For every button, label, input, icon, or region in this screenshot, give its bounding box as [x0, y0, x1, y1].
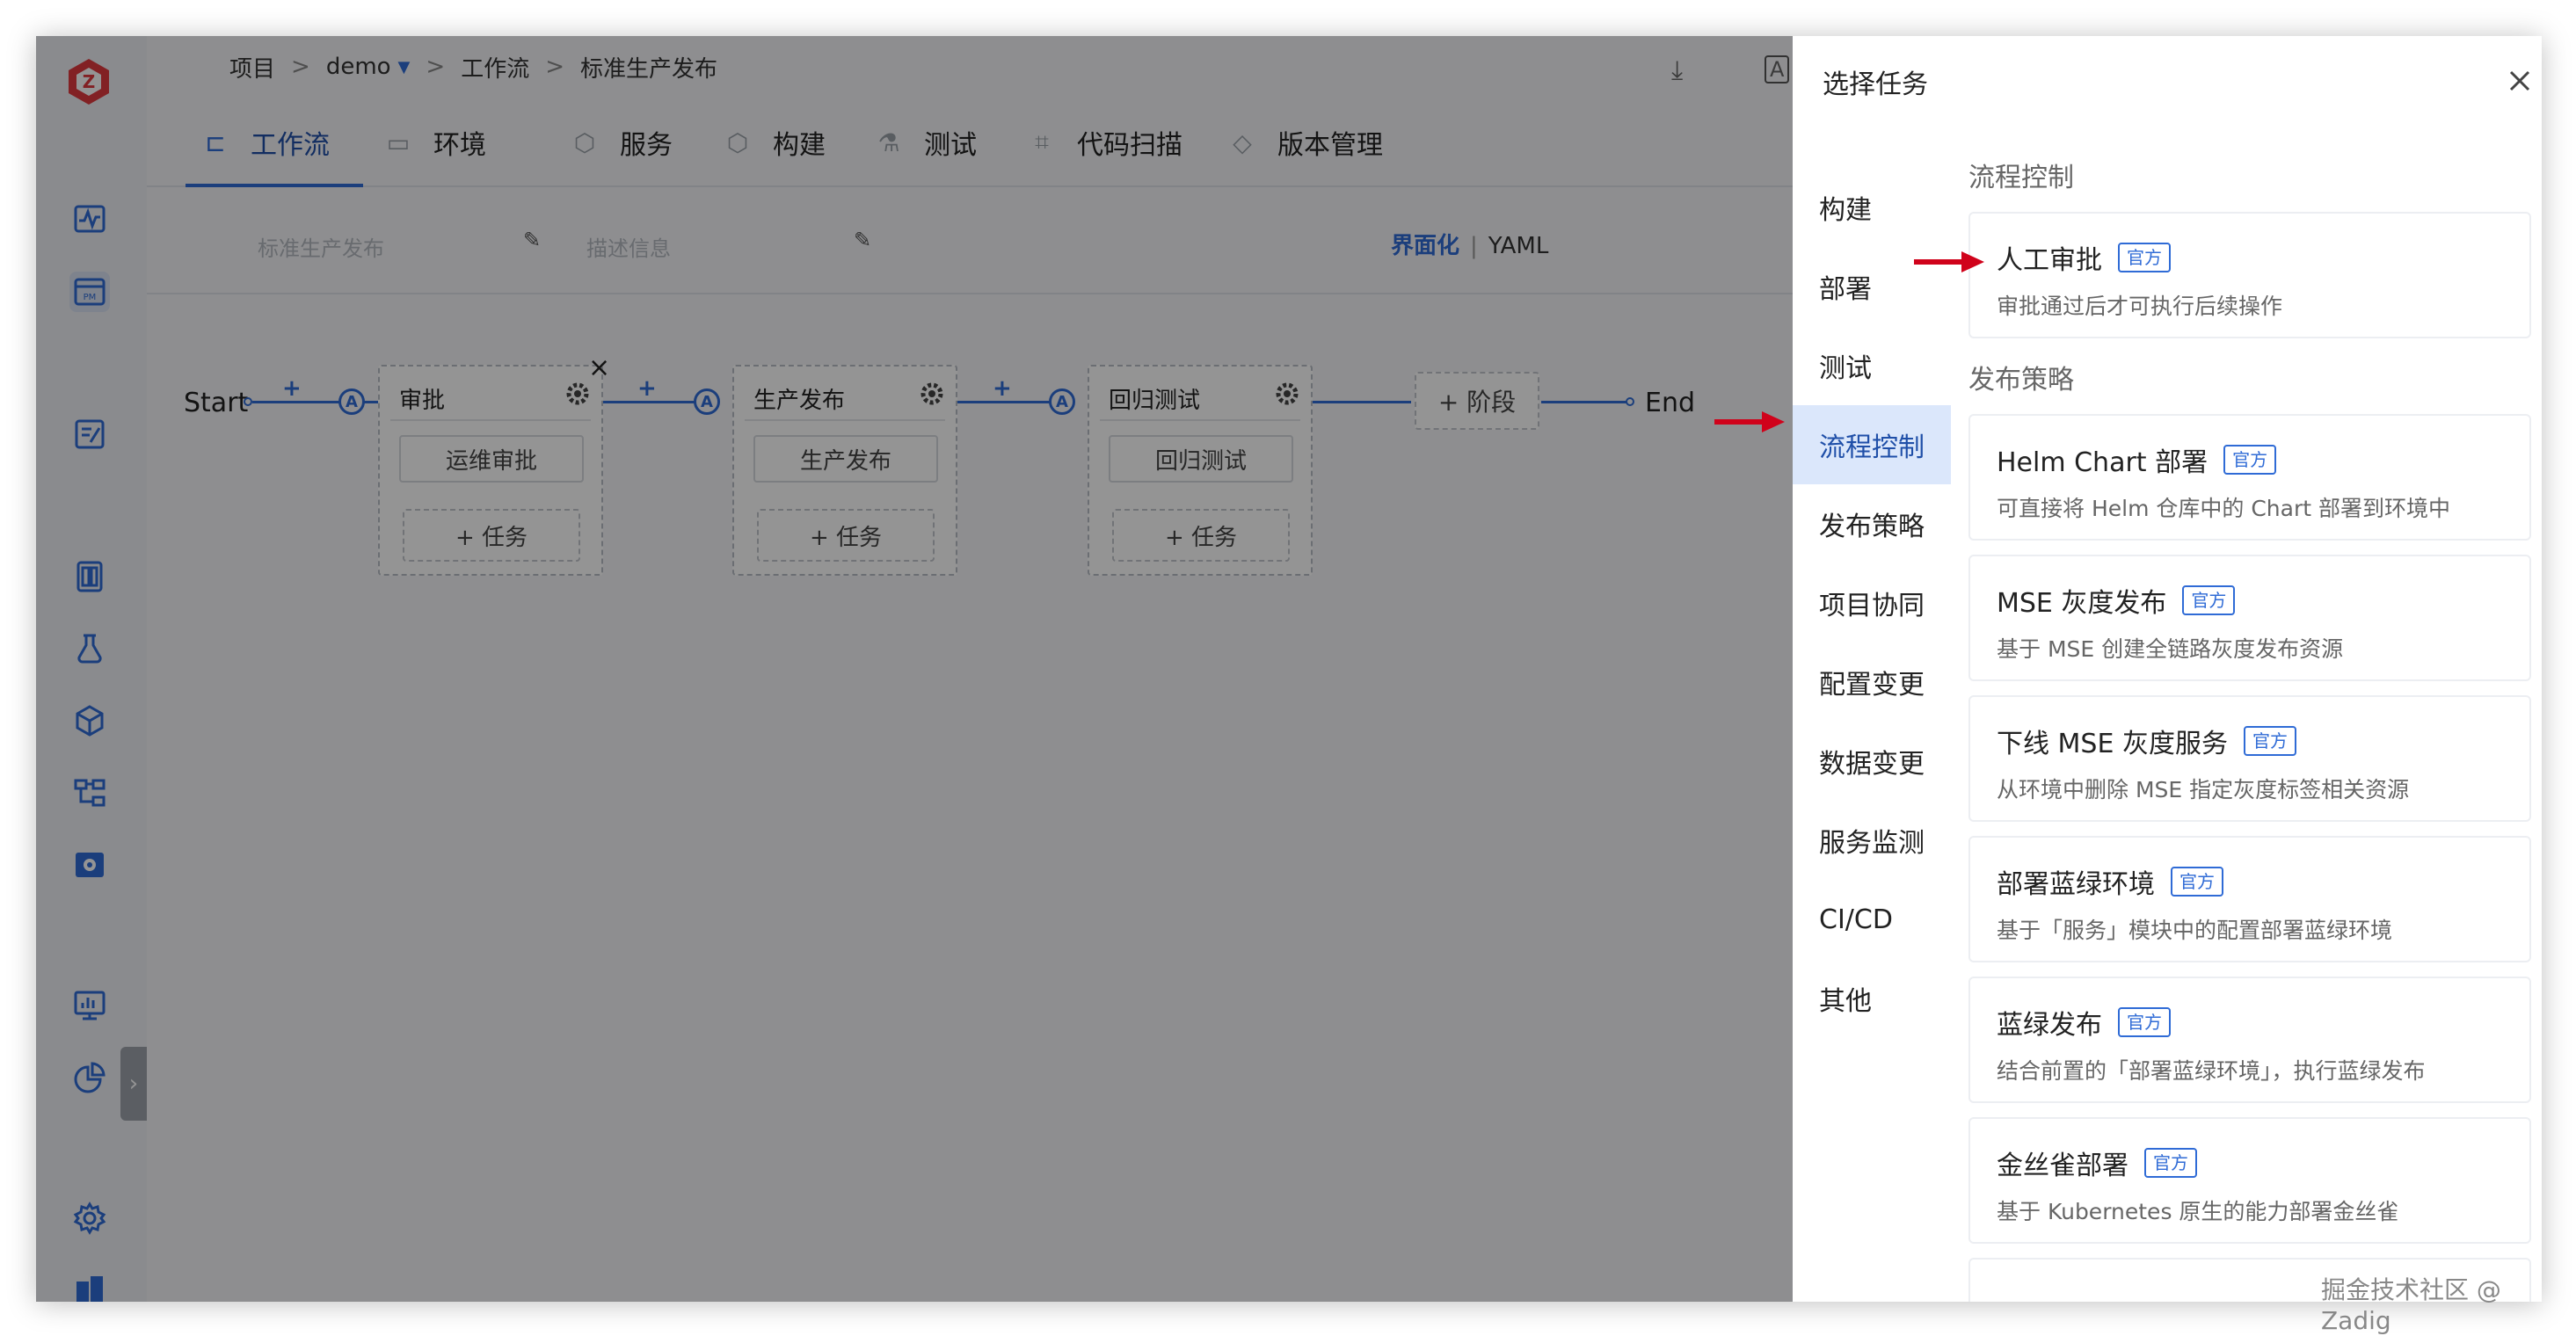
- category-release-strategy[interactable]: 发布策略: [1793, 484, 1951, 563]
- task-description: 结合前置的「部署蓝绿环境」，执行蓝绿发布: [1997, 1058, 2426, 1084]
- watermark: 掘金技术社区 @ Zadig: [2321, 1275, 2501, 1335]
- task-card-mse-gray-release[interactable]: MSE 灰度发布 官方 基于 MSE 创建全链路灰度发布资源: [1968, 555, 2531, 681]
- category-build[interactable]: 构建: [1793, 168, 1951, 247]
- task-description: 审批通过后才可执行后续操作: [1997, 294, 2283, 319]
- task-description: 基于 Kubernetes 原生的能力部署金丝雀: [1997, 1199, 2399, 1224]
- section-title-release-strategy: 发布策略: [1968, 365, 2074, 396]
- category-collaboration[interactable]: 项目协同: [1793, 563, 1951, 643]
- annotation-arrow-icon: [1714, 411, 1785, 432]
- category-test[interactable]: 测试: [1793, 326, 1951, 405]
- task-card-blue-green-release[interactable]: 蓝绿发布 官方 结合前置的「部署蓝绿环境」，执行蓝绿发布: [1968, 977, 2531, 1103]
- task-card-deploy-blue-green-env[interactable]: 部署蓝绿环境 官方 基于「服务」模块中的配置部署蓝绿环境: [1968, 836, 2531, 962]
- official-badge: 官方: [2243, 726, 2296, 756]
- task-card-offline-mse-gray[interactable]: 下线 MSE 灰度服务 官方 从环境中删除 MSE 指定灰度标签相关资源: [1968, 695, 2531, 822]
- official-badge: 官方: [2118, 243, 2171, 272]
- task-card-canary-deploy[interactable]: 金丝雀部署 官方 基于 Kubernetes 原生的能力部署金丝雀: [1968, 1117, 2531, 1244]
- task-card-manual-approval[interactable]: 人工审批 官方 审批通过后才可执行后续操作: [1968, 212, 2531, 338]
- annotation-arrow-icon: [1914, 251, 1984, 272]
- task-description: 可直接将 Helm 仓库中的 Chart 部署到环境中: [1997, 496, 2450, 521]
- task-card-helm-chart-deploy[interactable]: Helm Chart 部署 官方 可直接将 Helm 仓库中的 Chart 部署到…: [1968, 414, 2531, 541]
- category-flow-control[interactable]: 流程控制: [1793, 405, 1951, 484]
- category-config-change[interactable]: 配置变更: [1793, 643, 1951, 722]
- official-badge: 官方: [2182, 585, 2236, 615]
- official-badge: 官方: [2118, 1007, 2171, 1037]
- task-select-drawer: 选择任务 构建 部署 测试 流程控制 发布策略 项目协同 配置变更 数据变更 服…: [1793, 36, 2542, 1302]
- category-cicd[interactable]: CI/CD: [1793, 880, 1951, 959]
- task-description: 基于「服务」模块中的配置部署蓝绿环境: [1997, 918, 2393, 943]
- category-service-monitor[interactable]: 服务监测: [1793, 801, 1951, 880]
- drawer-title: 选择任务: [1823, 69, 1928, 100]
- category-other[interactable]: 其他: [1793, 959, 1951, 1038]
- official-badge: 官方: [2144, 1148, 2197, 1178]
- category-data-change[interactable]: 数据变更: [1793, 722, 1951, 801]
- official-badge: 官方: [2223, 445, 2277, 475]
- close-icon[interactable]: [2507, 68, 2533, 94]
- app-window: Z PM › 项目 > demo ▼ > 工作流 > 标准生产发布 ⤓ A ⊏ …: [36, 36, 2542, 1302]
- task-description: 从环境中删除 MSE 指定灰度标签相关资源: [1997, 777, 2410, 802]
- task-description: 基于 MSE 创建全链路灰度发布资源: [1997, 636, 2344, 662]
- section-title-flow-control: 流程控制: [1968, 163, 2074, 193]
- official-badge: 官方: [2171, 867, 2223, 897]
